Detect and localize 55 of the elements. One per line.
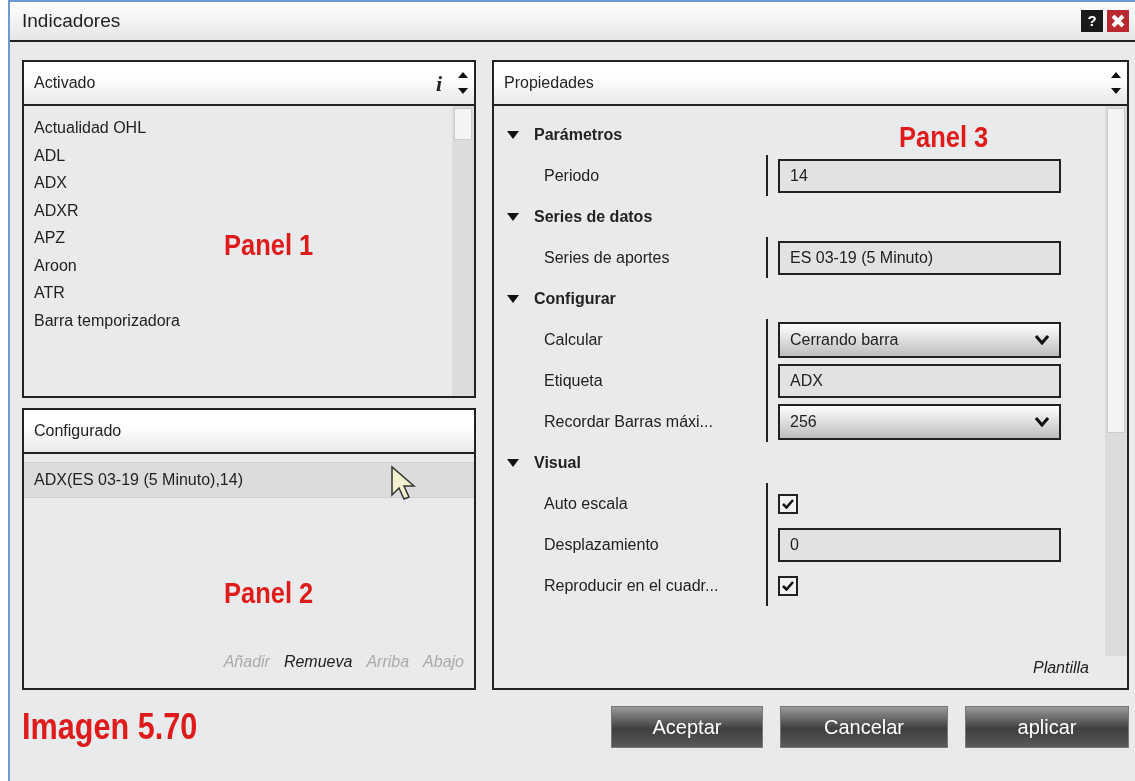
close-button[interactable] <box>1107 10 1129 32</box>
dropdown[interactable]: 256 <box>778 403 1061 440</box>
indicator-item[interactable]: Aroon <box>34 251 77 279</box>
expand-arrow-icon[interactable] <box>506 129 520 140</box>
dialog-button[interactable]: Aceptar <box>611 706 763 748</box>
check-mark-icon <box>782 498 794 509</box>
panel-annotation: Panel 2 <box>224 575 314 611</box>
panel-title: Propiedades <box>504 73 595 93</box>
check-mark-icon <box>782 580 794 591</box>
text-field[interactable]: ADX <box>778 363 1061 398</box>
text-field[interactable]: 0 <box>778 527 1061 562</box>
property-label: Reproducir en el cuadr... <box>543 575 720 596</box>
property-label: Auto escala <box>543 493 629 514</box>
action-link[interactable]: Remueva <box>283 650 353 674</box>
panel-title: Configurado <box>34 421 123 441</box>
indicator-item[interactable]: ADL <box>34 141 66 169</box>
figure-caption: Imagen 5.70 <box>22 705 199 749</box>
checkbox[interactable] <box>778 575 798 596</box>
checkbox[interactable] <box>778 493 798 514</box>
panel-annotation: Panel 1 <box>224 227 314 263</box>
expand-arrow-icon[interactable] <box>506 211 520 222</box>
dropdown[interactable]: Cerrando barra <box>778 321 1061 358</box>
property-label: Recordar Barras máxi... <box>543 411 714 432</box>
panel-title: Activado <box>34 73 97 93</box>
template-link[interactable]: Plantilla <box>1032 656 1127 688</box>
window-title: Indicadores <box>22 8 122 33</box>
expand-arrow-icon[interactable] <box>506 457 520 468</box>
expand-arrow-icon[interactable] <box>506 293 520 304</box>
configured-item[interactable]: ADX(ES 03-19 (5 Minuto),14) <box>24 462 474 498</box>
text-field[interactable]: ES 03-19 (5 Minuto) <box>778 240 1061 275</box>
dialog-button[interactable]: Cancelar <box>780 706 948 748</box>
indicator-item[interactable]: ADX <box>34 169 67 197</box>
info-icon[interactable]: i <box>435 66 442 100</box>
property-label: Calcular <box>543 329 604 350</box>
category-title: Series de datos <box>534 206 653 227</box>
category-title: Visual <box>534 452 581 473</box>
text-field[interactable]: 14 <box>778 158 1061 193</box>
chevron-icon <box>1035 334 1049 345</box>
property-label: Series de aportes <box>543 247 671 268</box>
category-title: Parámetros <box>534 124 623 145</box>
scrollbar[interactable] <box>452 106 474 396</box>
property-label: Desplazamiento <box>543 534 660 555</box>
indicator-item[interactable]: ATR <box>34 279 65 307</box>
category-title: Configurar <box>534 288 616 309</box>
help-button[interactable]: ? <box>1081 10 1103 32</box>
indicator-item[interactable]: ADXR <box>34 196 79 224</box>
indicator-item[interactable]: Actualidad OHL <box>34 114 147 142</box>
scrollbar[interactable] <box>1105 106 1127 656</box>
chevron-icon <box>1035 416 1049 427</box>
property-label: Etiqueta <box>543 370 604 391</box>
property-label: Periodo <box>543 165 601 186</box>
indicator-item[interactable]: APZ <box>34 224 66 252</box>
dialog-button[interactable]: aplicar <box>965 706 1129 748</box>
panel-annotation: Panel 3 <box>899 119 989 155</box>
indicator-item[interactable]: Barra temporizadora <box>34 306 180 334</box>
